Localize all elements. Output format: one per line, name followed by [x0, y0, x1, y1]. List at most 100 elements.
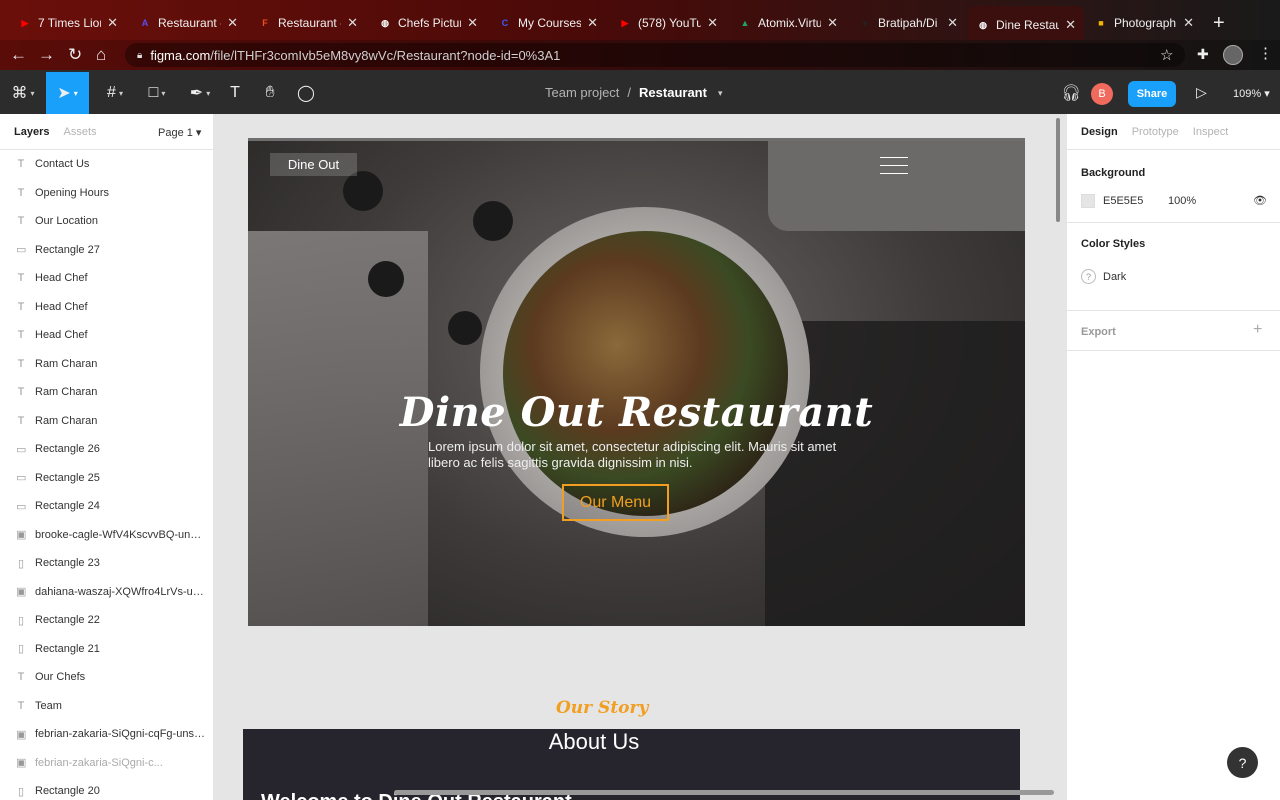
close-icon[interactable]: ✕ [1183, 15, 1194, 31]
frame-tool-icon[interactable]: # ▾ [95, 72, 135, 114]
browser-tab[interactable]: ▶ (578) YouTu ✕ [610, 10, 726, 36]
bookmark-star-icon[interactable]: ☆ [1160, 46, 1173, 64]
browser-tab[interactable]: ◍ Dine Restau ✕ [968, 6, 1084, 44]
our-menu-button[interactable]: Our Menu [562, 484, 669, 521]
tab-label: Restaurant - [278, 16, 342, 30]
layer-row[interactable]: ▭ Rectangle 27 [0, 236, 213, 264]
layer-row[interactable]: T Opening Hours [0, 179, 213, 207]
move-tool-icon[interactable]: ➤ ▾ [46, 72, 89, 114]
close-icon[interactable]: ✕ [587, 15, 598, 31]
file-name[interactable]: Restaurant [639, 85, 707, 100]
forward-icon[interactable]: → [38, 45, 55, 65]
hand-tool-icon[interactable]: ✋︎ [256, 72, 284, 114]
address-bar[interactable]: 🔒︎ figma.com /file/lTHFr3comIvb5eM8vy8wV… [125, 43, 1185, 67]
close-icon[interactable]: ✕ [947, 15, 958, 31]
tab-prototype[interactable]: Prototype [1132, 126, 1179, 138]
browser-tab[interactable]: ▲ Atomix.Virtu ✕ [730, 10, 846, 36]
layer-row[interactable]: T Ram Charan [0, 407, 213, 435]
pen-tool-icon[interactable]: ✒ ▾ [180, 72, 220, 114]
layer-row[interactable]: T Contact Us [0, 150, 213, 178]
add-export-icon[interactable]: + [1253, 321, 1262, 339]
layer-row[interactable]: T Head Chef [0, 293, 213, 321]
help-button[interactable]: ? [1227, 747, 1258, 778]
close-icon[interactable]: ✕ [827, 15, 838, 31]
close-icon[interactable]: ✕ [467, 15, 478, 31]
about-us-heading[interactable]: About Us [243, 729, 945, 755]
background-swatch[interactable] [1081, 194, 1095, 208]
layer-row[interactable]: T Ram Charan [0, 350, 213, 378]
text-tool-icon[interactable]: T [222, 72, 248, 114]
share-button[interactable]: Share [1128, 81, 1176, 107]
back-icon[interactable]: ← [10, 45, 27, 65]
close-icon[interactable]: ✕ [347, 15, 358, 31]
profile-avatar[interactable] [1223, 45, 1243, 65]
eye-icon[interactable]: 👁︎ [1253, 194, 1267, 207]
browser-tab[interactable]: A Restaurant - ✕ [130, 10, 246, 36]
hero-frame[interactable]: Dine Out Dine Out Restaurant Lorem ipsum… [248, 138, 1025, 626]
browser-menu-icon[interactable]: ⋮ [1258, 44, 1273, 62]
zoom-level[interactable]: 109% ▾ [1233, 87, 1270, 100]
our-story-heading[interactable]: Our Story [556, 698, 648, 718]
background-opacity[interactable]: 100% [1168, 195, 1196, 207]
tab-design[interactable]: Design [1081, 126, 1118, 138]
tab-layers[interactable]: Layers [14, 126, 49, 138]
horizontal-scrollbar[interactable] [394, 790, 1054, 795]
design-canvas[interactable]: Dine Out Dine Out Restaurant Lorem ipsum… [214, 114, 1066, 800]
reload-icon[interactable]: ↻ [68, 45, 82, 65]
browser-tab[interactable]: ● Bratipah/Di ✕ [850, 10, 966, 36]
audio-headset-icon[interactable]: 🎧︎ [1061, 83, 1081, 103]
home-icon[interactable]: ⌂ [96, 45, 106, 65]
divider [1067, 350, 1280, 351]
layer-row[interactable]: ▣ febrian-zakaria-SiQgni-c... [0, 749, 213, 777]
team-name[interactable]: Team project [545, 85, 619, 100]
layer-row[interactable]: ▣ febrian-zakaria-SiQgni-cqFg-unsp... [0, 720, 213, 748]
layer-row[interactable]: ▯ Rectangle 22 [0, 606, 213, 634]
layer-row[interactable]: ▭ Rectangle 26 [0, 435, 213, 463]
tab-assets[interactable]: Assets [63, 126, 96, 138]
layer-row[interactable]: T Ram Charan [0, 378, 213, 406]
layer-row[interactable]: ▯ Rectangle 23 [0, 549, 213, 577]
layer-row[interactable]: ▣ dahiana-waszaj-XQWfro4LrVs-uns... [0, 578, 213, 606]
extensions-icon[interactable]: ✚ [1197, 46, 1209, 63]
background-hex[interactable]: E5E5E5 [1103, 195, 1143, 207]
layer-row[interactable]: ▣ brooke-cagle-WfV4KscvvBQ-unsp... [0, 521, 213, 549]
hamburger-menu-icon[interactable] [880, 157, 908, 181]
layer-row[interactable]: ▯ Rectangle 21 [0, 635, 213, 663]
layer-row[interactable]: T Our Location [0, 207, 213, 235]
layer-row[interactable]: T Our Chefs [0, 663, 213, 691]
close-icon[interactable]: ✕ [227, 15, 238, 31]
site-logo[interactable]: Dine Out [270, 153, 357, 176]
chevron-down-icon[interactable]: ▾ [718, 88, 723, 100]
browser-tab[interactable]: ■ Photograph ✕ [1086, 10, 1202, 36]
tab-inspect[interactable]: Inspect [1193, 126, 1228, 138]
comment-tool-icon[interactable]: ◯ [292, 72, 320, 114]
page-selector[interactable]: Page 1 ▾ [158, 126, 201, 139]
shape-tool-icon[interactable]: □ ▾ [137, 72, 177, 114]
browser-tab[interactable]: ▶ 7 Times Lion ✕ [10, 10, 126, 36]
layer-row[interactable]: ▭ Rectangle 25 [0, 464, 213, 492]
main-menu-icon[interactable]: ⌘ ▾ [0, 72, 46, 114]
hero-text[interactable]: Lorem ipsum dolor sit amet, consectetur … [428, 439, 848, 471]
new-tab-button[interactable]: + [1213, 12, 1225, 35]
tab-favicon-icon: C [501, 18, 509, 28]
browser-tab[interactable]: ◍ Chefs Pictur ✕ [370, 10, 486, 36]
layer-row[interactable]: T Head Chef [0, 321, 213, 349]
browser-tab[interactable]: C My Courses ✕ [490, 10, 606, 36]
layer-name: Head Chef [35, 300, 88, 313]
layer-row[interactable]: ▭ Rectangle 24 [0, 492, 213, 520]
layer-row[interactable]: ▯ Rectangle 20 [0, 777, 213, 800]
avatar[interactable]: B [1091, 83, 1113, 105]
vertical-scrollbar[interactable] [1056, 118, 1060, 222]
color-style-dark[interactable]: Dark [1103, 271, 1126, 283]
close-icon[interactable]: ✕ [107, 15, 118, 31]
close-icon[interactable]: ✕ [707, 15, 718, 31]
layer-row[interactable]: T Head Chef [0, 264, 213, 292]
tab-favicon-icon: ◍ [381, 17, 389, 28]
browser-tab[interactable]: F Restaurant - ✕ [250, 10, 366, 36]
present-play-icon[interactable]: ▷ [1196, 84, 1207, 101]
layer-type-icon: T [17, 386, 25, 398]
close-icon[interactable]: ✕ [1065, 17, 1076, 33]
layer-type-icon: ▭ [16, 472, 27, 484]
layer-row[interactable]: T Team [0, 692, 213, 720]
hero-title[interactable]: Dine Out Restaurant [248, 389, 1025, 436]
